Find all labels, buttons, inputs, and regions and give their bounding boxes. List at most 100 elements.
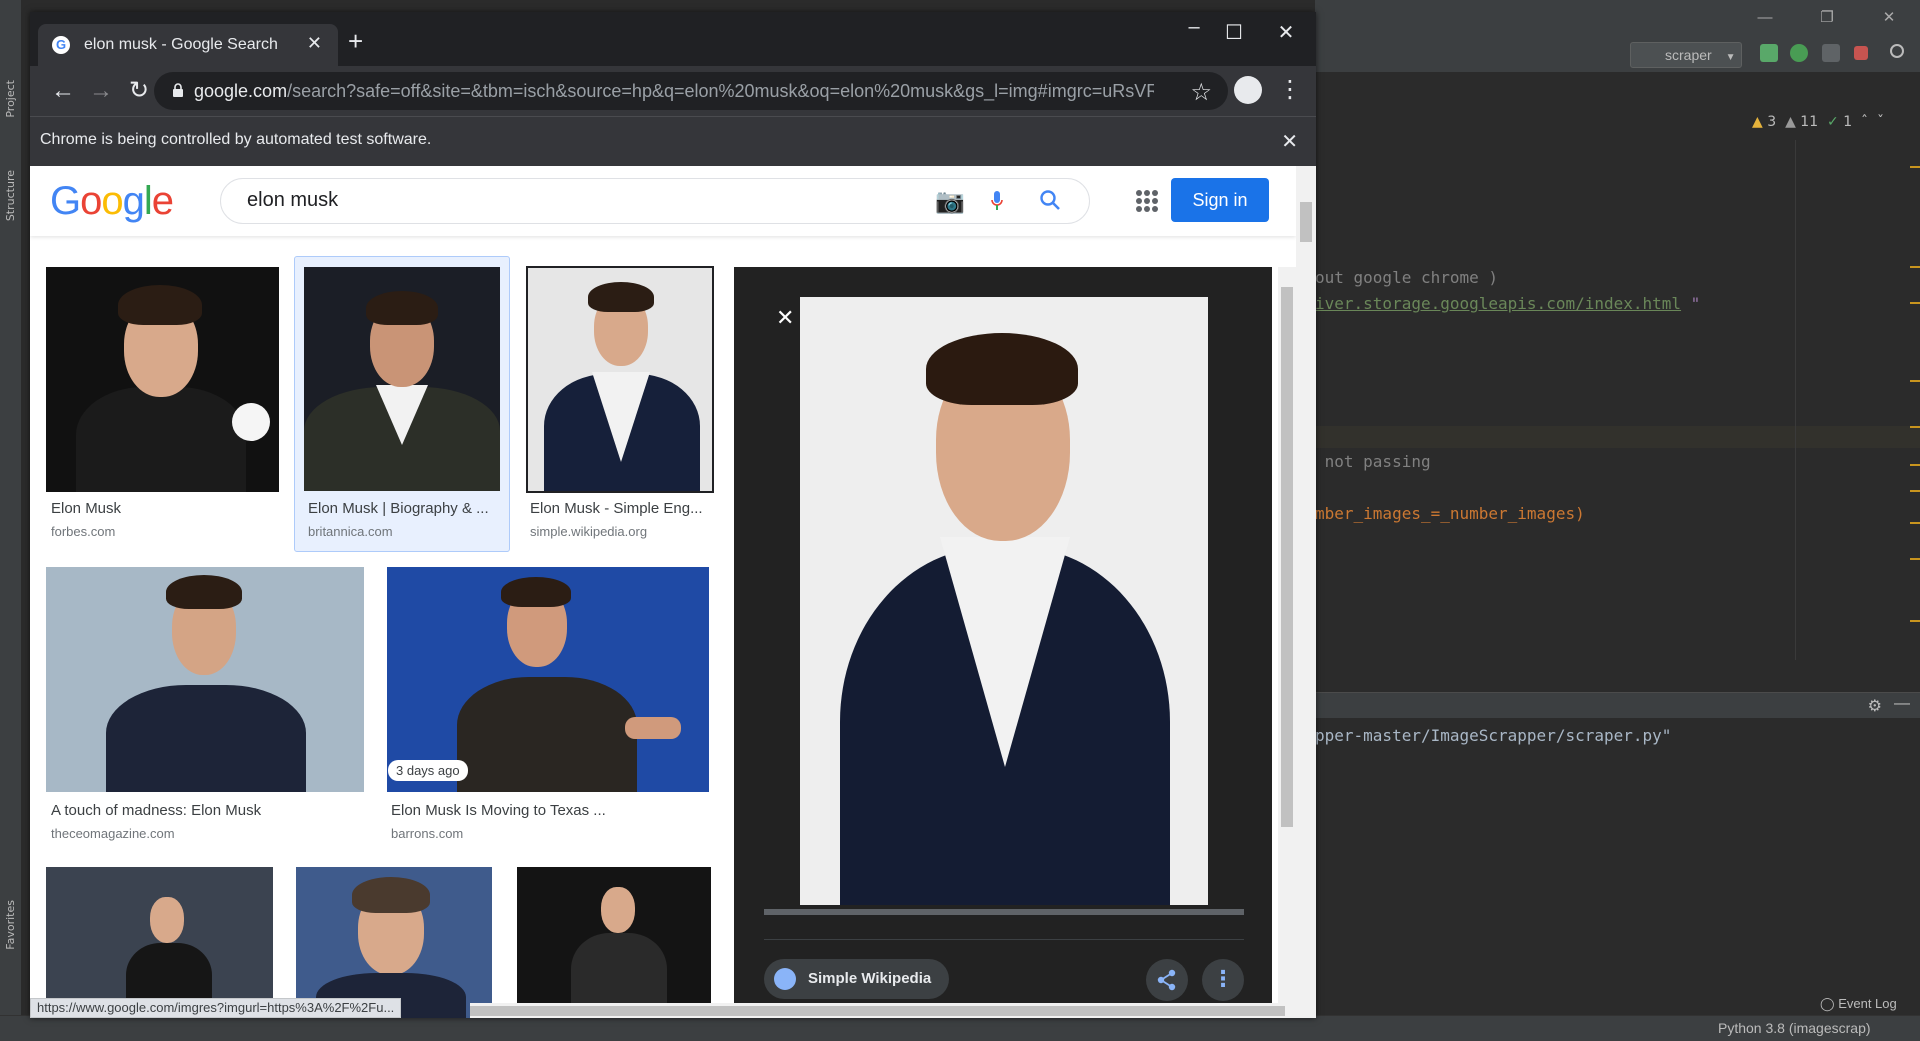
close-tab-icon[interactable]: ✕ [307,33,322,54]
search-icon[interactable] [1039,189,1061,211]
project-tool-tab[interactable]: Project [4,80,17,118]
recency-badge: 3 days ago [388,760,468,781]
tab-title: elon musk - Google Search [84,36,278,53]
lock-icon [173,83,183,97]
sign-in-button[interactable]: Sign in [1171,178,1269,222]
current-line-highlight [1315,426,1920,448]
search-box[interactable]: elon musk 📷 [220,178,1090,224]
run-configuration-select[interactable]: scraper ▼ [1630,42,1742,68]
ide-window-controls: — ❐ ✕ [1734,0,1920,36]
automation-infobar: Chrome is being controlled by automated … [30,116,1316,166]
web-page: Google elon musk 📷 Sign in Elon Musk for… [30,166,1316,1018]
new-tab-button[interactable]: + [348,28,363,54]
minimize-icon[interactable]: — [1734,0,1796,36]
chevron-down-icon[interactable]: ˇ [1877,114,1884,130]
weak-warning-icon: ▲ [1785,114,1796,130]
address-bar[interactable]: google.com/search?safe=off&site=&tbm=isc… [154,72,1228,110]
console-line: pper-master/ImageScrapper/scraper.py" [1315,726,1672,745]
result-title-3[interactable]: Elon Musk - Simple Eng... [530,500,720,517]
preview-scrollbar[interactable] [1278,267,1296,1018]
code-string-suffix: " [1681,294,1701,313]
browser-toolbar: ← → ↻ google.com/search?safe=off&site=&t… [30,66,1316,116]
browser-tab[interactable]: G elon musk - Google Search ✕ [38,24,338,66]
microphone-icon[interactable] [991,191,1003,211]
restore-icon[interactable]: ❐ [1796,0,1858,36]
result-title-2[interactable]: Elon Musk | Biography & ... [308,500,498,517]
run-console[interactable]: pper-master/ImageScrapper/scraper.py" [1315,718,1920,988]
code-comment: out google chrome ) [1315,268,1499,287]
result-image-6[interactable] [46,867,273,1018]
forward-icon[interactable]: → [86,76,116,106]
horizontal-scrollbar-thumb[interactable] [470,1006,1285,1016]
result-title-1[interactable]: Elon Musk [51,500,281,517]
result-title-5[interactable]: Elon Musk Is Moving to Texas ... [391,802,691,819]
google-logo[interactable]: Google [50,179,174,224]
rerun-icon[interactable] [1760,44,1778,62]
favorites-tool-tab[interactable]: Favorites [4,900,17,950]
ide-tool-strip: Project Structure Favorites [0,0,22,1041]
horizontal-scrollbar[interactable] [470,1003,1296,1018]
structure-tool-tab[interactable]: Structure [4,170,17,221]
google-header: Google elon musk 📷 Sign in [30,166,1296,236]
close-infobar-icon[interactable]: ✕ [1281,129,1298,154]
result-image-3[interactable] [526,266,714,493]
close-window-icon[interactable]: ✕ [1266,20,1306,45]
minimize-icon[interactable]: – [1174,16,1214,39]
chevron-up-icon[interactable]: ˆ [1861,114,1868,130]
result-image-7[interactable] [296,867,492,1018]
code-editor[interactable] [1315,72,1920,692]
share-icon [1157,969,1176,991]
maximize-icon[interactable]: ☐ [1214,20,1254,45]
code-line: mber_images_=_number_images) [1315,504,1585,523]
kebab-icon: ⋮ [1212,966,1234,991]
code-statement: mber_images_=_number_images) [1315,504,1585,523]
panel-divider [764,939,1244,940]
event-log-button[interactable]: ◯ Event Log [1820,996,1897,1012]
editor-error-stripe[interactable] [1910,140,1920,670]
hide-icon[interactable]: — [1894,695,1910,713]
preview-image[interactable] [800,297,1208,905]
back-icon[interactable]: ← [48,76,78,106]
gear-icon[interactable]: ⚙ [1868,696,1882,716]
warning-count: 3 [1767,114,1777,130]
search-input[interactable]: elon musk [247,189,338,212]
inspection-widget[interactable]: ▲ 3 ▲ 11 ✓ 1 ˆ ˇ [1752,114,1884,130]
reload-icon[interactable]: ↻ [124,76,154,106]
result-image-1[interactable] [46,267,279,492]
result-title-4[interactable]: A touch of madness: Elon Musk [51,802,351,819]
page-scrollbar[interactable] [1296,166,1316,1018]
result-image-8[interactable] [517,867,711,1018]
right-margin-guide [1795,140,1796,660]
profile-avatar-icon[interactable] [1234,76,1262,104]
warning-icon: ▲ [1752,114,1763,130]
result-source-5[interactable]: barrons.com [391,826,463,841]
result-source-2[interactable]: britannica.com [308,524,393,539]
weak-warning-count: 11 [1800,114,1819,130]
infobar-message: Chrome is being controlled by automated … [40,131,432,148]
stop-icon[interactable] [1854,46,1868,60]
python-interpreter[interactable]: Python 3.8 (imagescrap) [1718,1020,1871,1036]
camera-icon[interactable]: 📷 [935,187,965,216]
close-preview-icon[interactable]: ✕ [776,305,794,331]
coverage-icon[interactable] [1822,44,1840,62]
more-options-button[interactable]: ⋮ [1202,959,1244,1001]
search-icon[interactable] [1890,44,1904,58]
preview-scrollbar-thumb[interactable] [1281,287,1293,827]
result-image-4[interactable] [46,567,364,792]
result-source-4[interactable]: theceomagazine.com [51,826,175,841]
bookmark-star-icon[interactable]: ☆ [1190,78,1212,107]
result-image-2[interactable] [304,267,500,491]
kebab-menu-icon[interactable]: ⋮ [1278,76,1302,104]
result-source-3[interactable]: simple.wikipedia.org [530,524,647,539]
visit-source-button[interactable]: Simple Wikipedia [764,959,950,999]
close-icon[interactable]: ✕ [1858,0,1920,36]
result-source-1[interactable]: forbes.com [51,524,115,539]
page-scrollbar-thumb[interactable] [1300,202,1312,242]
share-button[interactable] [1146,959,1188,1001]
chevron-down-icon: ▼ [1725,52,1736,63]
result-image-5[interactable] [387,567,709,792]
debug-icon[interactable] [1790,44,1808,62]
code-string: iver.storage.googleapis.com/index.html [1315,294,1682,313]
google-apps-icon[interactable] [1136,190,1158,212]
url-path: /search?safe=off&site=&tbm=isch&source=h… [287,81,1154,101]
